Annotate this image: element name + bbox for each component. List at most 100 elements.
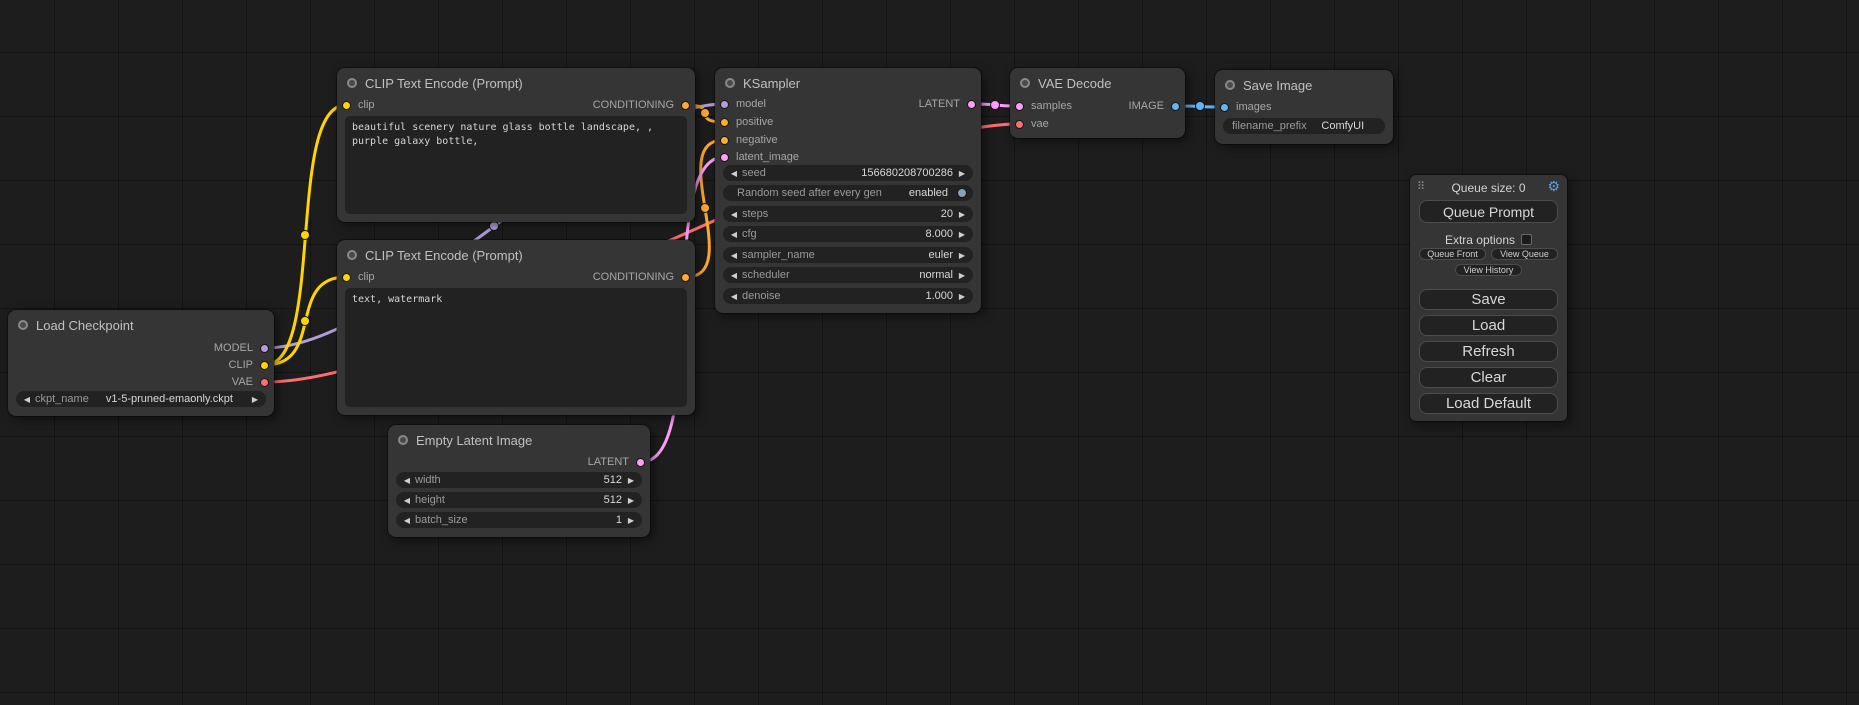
decrement-arrow-icon[interactable]: ◀: [729, 292, 739, 301]
conditioning-output-slot[interactable]: CONDITIONING: [593, 270, 690, 284]
images-input-dot[interactable]: [1220, 103, 1229, 112]
clip-input-dot[interactable]: [342, 273, 351, 282]
clip-input-slot[interactable]: clip: [342, 98, 375, 112]
vae-input-slot[interactable]: vae: [1015, 117, 1049, 131]
vae-output-dot[interactable]: [260, 378, 269, 387]
increment-arrow-icon[interactable]: ▶: [957, 169, 967, 178]
latent-output-slot[interactable]: LATENT: [919, 97, 976, 111]
decrement-arrow-icon[interactable]: ◀: [729, 230, 739, 239]
view-queue-button[interactable]: View Queue: [1491, 248, 1558, 260]
vae-output-slot[interactable]: VAE: [232, 375, 269, 389]
image-output-slot[interactable]: IMAGE: [1129, 99, 1180, 113]
queue-front-button[interactable]: Queue Front: [1419, 248, 1486, 260]
positive-prompt-textarea[interactable]: beautiful scenery nature glass bottle la…: [345, 116, 687, 214]
negative-prompt-textarea[interactable]: text, watermark: [345, 288, 687, 407]
load-button[interactable]: Load: [1419, 315, 1558, 336]
load-default-button[interactable]: Load Default: [1419, 393, 1558, 414]
positive-input-slot[interactable]: positive: [720, 115, 773, 129]
random-seed-toggle-widget[interactable]: Random seed after every gen enabled: [723, 185, 973, 201]
next-arrow-icon[interactable]: ▶: [957, 271, 967, 280]
height-widget[interactable]: ◀ height 512 ▶: [396, 492, 642, 508]
increment-arrow-icon[interactable]: ▶: [626, 476, 636, 485]
prev-arrow-icon[interactable]: ◀: [22, 395, 32, 404]
positive-input-dot[interactable]: [720, 118, 729, 127]
batch-size-widget[interactable]: ◀ batch_size 1 ▶: [396, 512, 642, 528]
model-input-slot[interactable]: model: [720, 97, 766, 111]
decrement-arrow-icon[interactable]: ◀: [729, 210, 739, 219]
samples-input-slot[interactable]: samples: [1015, 99, 1072, 113]
node-title-bar[interactable]: CLIP Text Encode (Prompt): [337, 240, 695, 270]
width-widget[interactable]: ◀ width 512 ▶: [396, 472, 642, 488]
extra-options-checkbox[interactable]: [1521, 234, 1532, 245]
node-clip-text-encode-positive[interactable]: CLIP Text Encode (Prompt) clip CONDITION…: [337, 68, 695, 222]
latent-output-slot[interactable]: LATENT: [588, 455, 645, 469]
ckpt-name-widget[interactable]: ◀ ckpt_name v1-5-pruned-emaonly.ckpt ▶: [16, 391, 266, 407]
toggle-knob-icon[interactable]: [957, 188, 967, 198]
node-title-bar[interactable]: Load Checkpoint: [8, 310, 274, 340]
node-save-image[interactable]: Save Image images filename_prefix ComfyU…: [1215, 70, 1393, 144]
decrement-arrow-icon[interactable]: ◀: [402, 516, 412, 525]
samples-input-dot[interactable]: [1015, 102, 1024, 111]
latent-image-input-dot[interactable]: [720, 153, 729, 162]
increment-arrow-icon[interactable]: ▶: [626, 496, 636, 505]
node-load-checkpoint[interactable]: Load Checkpoint MODEL CLIP VAE ◀ ckpt_na…: [8, 310, 274, 416]
node-empty-latent-image[interactable]: Empty Latent Image LATENT ◀ width 512 ▶ …: [388, 425, 650, 537]
sampler-name-widget[interactable]: ◀ sampler_name euler ▶: [723, 247, 973, 263]
image-output-dot[interactable]: [1171, 102, 1180, 111]
decrement-arrow-icon[interactable]: ◀: [729, 169, 739, 178]
negative-input-dot[interactable]: [720, 136, 729, 145]
next-arrow-icon[interactable]: ▶: [957, 251, 967, 260]
conditioning-output-dot[interactable]: [681, 273, 690, 282]
collapse-toggle-icon[interactable]: [398, 435, 408, 445]
collapse-toggle-icon[interactable]: [347, 250, 357, 260]
clip-output-slot[interactable]: CLIP: [229, 358, 269, 372]
refresh-button[interactable]: Refresh: [1419, 341, 1558, 362]
latent-output-dot[interactable]: [636, 458, 645, 467]
cfg-widget[interactable]: ◀ cfg 8.000 ▶: [723, 226, 973, 242]
node-title-bar[interactable]: VAE Decode: [1010, 68, 1185, 98]
clear-button[interactable]: Clear: [1419, 367, 1558, 388]
vae-input-dot[interactable]: [1015, 120, 1024, 129]
next-arrow-icon[interactable]: ▶: [250, 395, 260, 404]
node-clip-text-encode-negative[interactable]: CLIP Text Encode (Prompt) clip CONDITION…: [337, 240, 695, 415]
seed-widget[interactable]: ◀ seed 156680208700286 ▶: [723, 165, 973, 181]
model-output-dot[interactable]: [260, 344, 269, 353]
node-title-bar[interactable]: CLIP Text Encode (Prompt): [337, 68, 695, 98]
negative-input-slot[interactable]: negative: [720, 133, 778, 147]
model-output-slot[interactable]: MODEL: [214, 341, 269, 355]
latent-output-dot[interactable]: [967, 100, 976, 109]
latent-image-input-slot[interactable]: latent_image: [720, 150, 799, 164]
view-history-button[interactable]: View History: [1455, 264, 1522, 276]
collapse-toggle-icon[interactable]: [18, 320, 28, 330]
denoise-widget[interactable]: ◀ denoise 1.000 ▶: [723, 288, 973, 304]
graph-canvas[interactable]: Load Checkpoint MODEL CLIP VAE ◀ ckpt_na…: [0, 0, 1859, 705]
node-title-bar[interactable]: Save Image: [1215, 70, 1393, 100]
prev-arrow-icon[interactable]: ◀: [729, 251, 739, 260]
control-panel[interactable]: ⠿ Queue size: 0 ⚙ Queue Prompt Extra opt…: [1410, 175, 1567, 421]
conditioning-output-slot[interactable]: CONDITIONING: [593, 98, 690, 112]
node-title-bar[interactable]: KSampler: [715, 68, 981, 98]
clip-input-dot[interactable]: [342, 101, 351, 110]
decrement-arrow-icon[interactable]: ◀: [402, 496, 412, 505]
queue-prompt-button[interactable]: Queue Prompt: [1419, 200, 1558, 223]
increment-arrow-icon[interactable]: ▶: [957, 210, 967, 219]
node-vae-decode[interactable]: VAE Decode samples vae IMAGE: [1010, 68, 1185, 138]
scheduler-widget[interactable]: ◀ scheduler normal ▶: [723, 267, 973, 283]
node-ksampler[interactable]: KSampler model positive negative latent_…: [715, 68, 981, 313]
clip-output-dot[interactable]: [260, 361, 269, 370]
model-input-dot[interactable]: [720, 100, 729, 109]
increment-arrow-icon[interactable]: ▶: [957, 230, 967, 239]
prev-arrow-icon[interactable]: ◀: [729, 271, 739, 280]
increment-arrow-icon[interactable]: ▶: [957, 292, 967, 301]
steps-widget[interactable]: ◀ steps 20 ▶: [723, 206, 973, 222]
collapse-toggle-icon[interactable]: [725, 78, 735, 88]
collapse-toggle-icon[interactable]: [1225, 80, 1235, 90]
clip-input-slot[interactable]: clip: [342, 270, 375, 284]
images-input-slot[interactable]: images: [1220, 100, 1271, 114]
collapse-toggle-icon[interactable]: [1020, 78, 1030, 88]
filename-prefix-widget[interactable]: filename_prefix ComfyUI: [1223, 118, 1385, 134]
decrement-arrow-icon[interactable]: ◀: [402, 476, 412, 485]
node-title-bar[interactable]: Empty Latent Image: [388, 425, 650, 455]
settings-gear-icon[interactable]: ⚙: [1547, 178, 1560, 195]
save-button[interactable]: Save: [1419, 289, 1558, 310]
